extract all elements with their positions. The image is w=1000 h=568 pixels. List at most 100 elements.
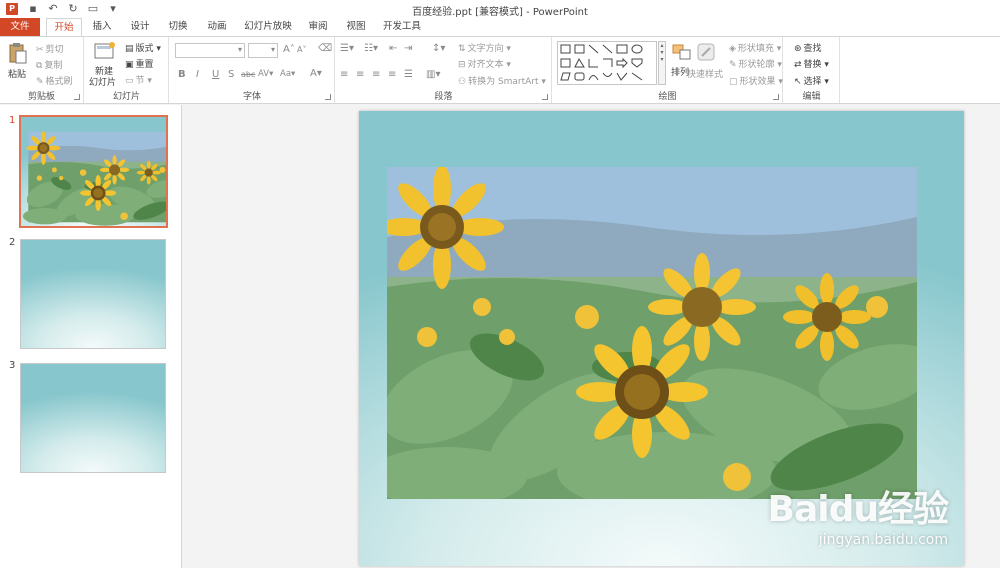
baidu-logo: Baidu经验 (767, 489, 949, 530)
font-launcher-icon[interactable] (325, 94, 331, 100)
text-direction-button[interactable]: ⇅ 文字方向 ▾ (458, 41, 511, 55)
tab-review[interactable]: 审阅 (302, 18, 334, 36)
grow-font-button[interactable]: A˄ (283, 44, 295, 55)
format-painter-button[interactable]: ✎ 格式刷 (36, 74, 73, 88)
slide-thumbnail-panel: 1 2 3 (0, 105, 182, 568)
slide-editor: Baidu经验 jingyan.baidu.com (183, 105, 1000, 568)
tab-animations[interactable]: 动画 (201, 18, 233, 36)
clipboard-launcher-icon[interactable] (74, 94, 80, 100)
font-size-combo[interactable] (248, 43, 278, 58)
new-slide-label-2[interactable]: 幻灯片 (89, 75, 116, 88)
new-slide-icon[interactable] (93, 41, 117, 61)
shape-effects-button[interactable]: ▢ 形状效果 ▾ (729, 74, 783, 88)
distribute-icon[interactable]: ☰ (404, 69, 413, 80)
tab-file[interactable]: 文件 (0, 18, 40, 36)
replace-button[interactable]: ⇄ 替换 ▾ (794, 57, 829, 71)
line-spacing-icon[interactable]: ↕▾ (432, 43, 445, 54)
baidu-url: jingyan.baidu.com (818, 532, 948, 548)
slide-thumbnail-1[interactable] (19, 115, 168, 228)
tab-transitions[interactable]: 切换 (162, 18, 194, 36)
bullets-icon[interactable]: ☰▾ (340, 43, 354, 54)
shape-fill-label: 形状填充 (737, 44, 774, 54)
paragraph-launcher-icon[interactable] (542, 94, 548, 100)
italic-button[interactable]: I (196, 69, 199, 80)
copy-button[interactable]: ⧉ 复制 (36, 58, 63, 72)
copy-icon: ⧉ (36, 60, 43, 71)
cut-button[interactable]: ✂ 剪切 (36, 42, 64, 56)
shapes-gallery[interactable] (557, 41, 657, 85)
reset-button[interactable]: ▣ 重置 (125, 57, 154, 71)
sunflower-photo-thumbnail (22, 131, 166, 226)
char-spacing-button[interactable]: AV▾ (258, 69, 273, 79)
bold-button[interactable]: B (178, 69, 186, 80)
text-direction-icon: ⇅ (458, 43, 466, 54)
section-button[interactable]: ▭ 节 ▾ (125, 73, 152, 87)
quick-styles-icon[interactable] (695, 41, 717, 66)
window-title: 百度经验.ppt [兼容模式] - PowerPoint (412, 7, 588, 18)
drawing-launcher-icon[interactable] (773, 94, 779, 100)
smartart-button[interactable]: ⚇ 转换为 SmartArt ▾ (458, 74, 546, 88)
tab-developer[interactable]: 开发工具 (378, 18, 426, 36)
increase-indent-icon[interactable]: ⇥ (404, 43, 412, 54)
align-left-icon[interactable]: ≡ (340, 69, 348, 80)
tab-slideshow[interactable]: 幻灯片放映 (240, 18, 296, 36)
section-icon: ▭ (125, 75, 134, 86)
strikethrough-button[interactable]: abc (241, 70, 255, 79)
copy-label: 复制 (44, 61, 63, 71)
decrease-indent-icon[interactable]: ⇤ (389, 43, 397, 54)
slide-thumbnail-2[interactable] (20, 239, 166, 349)
slide-thumbnail-3[interactable] (20, 363, 166, 473)
replace-label: 替换 (803, 60, 822, 70)
paragraph-group: ☰▾ ☷▾ ⇤ ⇥ ↕▾ ≡ ≡ ≡ ≡ ☰ ▥▾ ⇅ 文字方向 ▾ ⊟ 对齐文本 … (336, 37, 552, 103)
cut-label: 剪切 (45, 45, 64, 55)
paste-button[interactable]: 粘贴 (8, 67, 26, 80)
layout-label: 版式 (135, 44, 154, 54)
replace-icon: ⇄ (794, 59, 802, 70)
align-text-label: 对齐文本 (467, 60, 504, 70)
columns-icon[interactable]: ▥▾ (426, 69, 440, 80)
scissors-icon: ✂ (36, 44, 44, 55)
change-case-button[interactable]: Aa▾ (280, 69, 295, 79)
shrink-font-label: A (297, 45, 303, 54)
slide-number-1: 1 (9, 115, 16, 126)
align-right-icon[interactable]: ≡ (372, 69, 380, 80)
layout-button[interactable]: ▤ 版式 ▾ (125, 41, 161, 55)
shrink-font-button[interactable]: A˅ (297, 45, 306, 54)
slides-group: 新建 幻灯片 ▤ 版式 ▾ ▣ 重置 ▭ 节 ▾ 幻灯片 (85, 37, 169, 103)
baidu-watermark: Baidu经验 jingyan.baidu.com (767, 480, 949, 548)
tab-design[interactable]: 设计 (124, 18, 156, 36)
numbering-icon[interactable]: ☷▾ (364, 43, 378, 54)
arrange-icon[interactable] (671, 43, 693, 64)
smartart-label: 转换为 SmartArt (468, 77, 539, 87)
cursor-icon: ↖ (794, 76, 802, 87)
shape-fill-button[interactable]: ◈ 形状填充 ▾ (729, 41, 781, 55)
find-label: 查找 (803, 44, 822, 54)
tab-view[interactable]: 视图 (340, 18, 372, 36)
select-button[interactable]: ↖ 选择 ▾ (794, 74, 829, 88)
tab-home[interactable]: 开始 (46, 18, 82, 36)
drawing-group: ▴ ▾ ▾ 排列 快速样式 ◈ 形状填充 ▾ ✎ 形状轮廓 ▾ ▢ 形状效果 ▾ 绘图 (553, 37, 783, 103)
underline-button[interactable]: U (212, 69, 219, 80)
justify-icon[interactable]: ≡ (388, 69, 396, 80)
shadow-button[interactable]: S (228, 69, 234, 80)
shape-outline-label: 形状轮廓 (738, 60, 775, 70)
shapes-gallery-scroll[interactable]: ▴ ▾ ▾ (658, 41, 666, 85)
find-button[interactable]: ⊛ 查找 (794, 41, 822, 55)
pen-icon: ✎ (729, 59, 737, 70)
char-spacing-label: AV (258, 69, 270, 79)
font-color-button[interactable]: A▾ (310, 68, 322, 79)
font-name-combo[interactable] (175, 43, 245, 58)
tab-insert[interactable]: 插入 (86, 18, 118, 36)
clear-formatting-icon[interactable]: ⌫ (318, 43, 332, 54)
paragraph-group-label: 段落 (434, 92, 453, 102)
paste-icon[interactable] (8, 42, 28, 64)
align-center-icon[interactable]: ≡ (356, 69, 364, 80)
sunflower-photo[interactable] (387, 167, 917, 499)
align-text-button[interactable]: ⊟ 对齐文本 ▾ (458, 57, 511, 71)
quick-styles-label[interactable]: 快速样式 (687, 67, 723, 80)
format-painter-label: 格式刷 (45, 77, 73, 87)
shape-outline-button[interactable]: ✎ 形状轮廓 ▾ (729, 57, 782, 71)
title-bar: P ▪ ↶ ↻ ▭ ▾ 百度经验.ppt [兼容模式] - PowerPoint (0, 0, 1000, 18)
slide-number-3: 3 (9, 360, 16, 371)
editing-group: ⊛ 查找 ⇄ 替换 ▾ ↖ 选择 ▾ 编辑 (784, 37, 840, 103)
